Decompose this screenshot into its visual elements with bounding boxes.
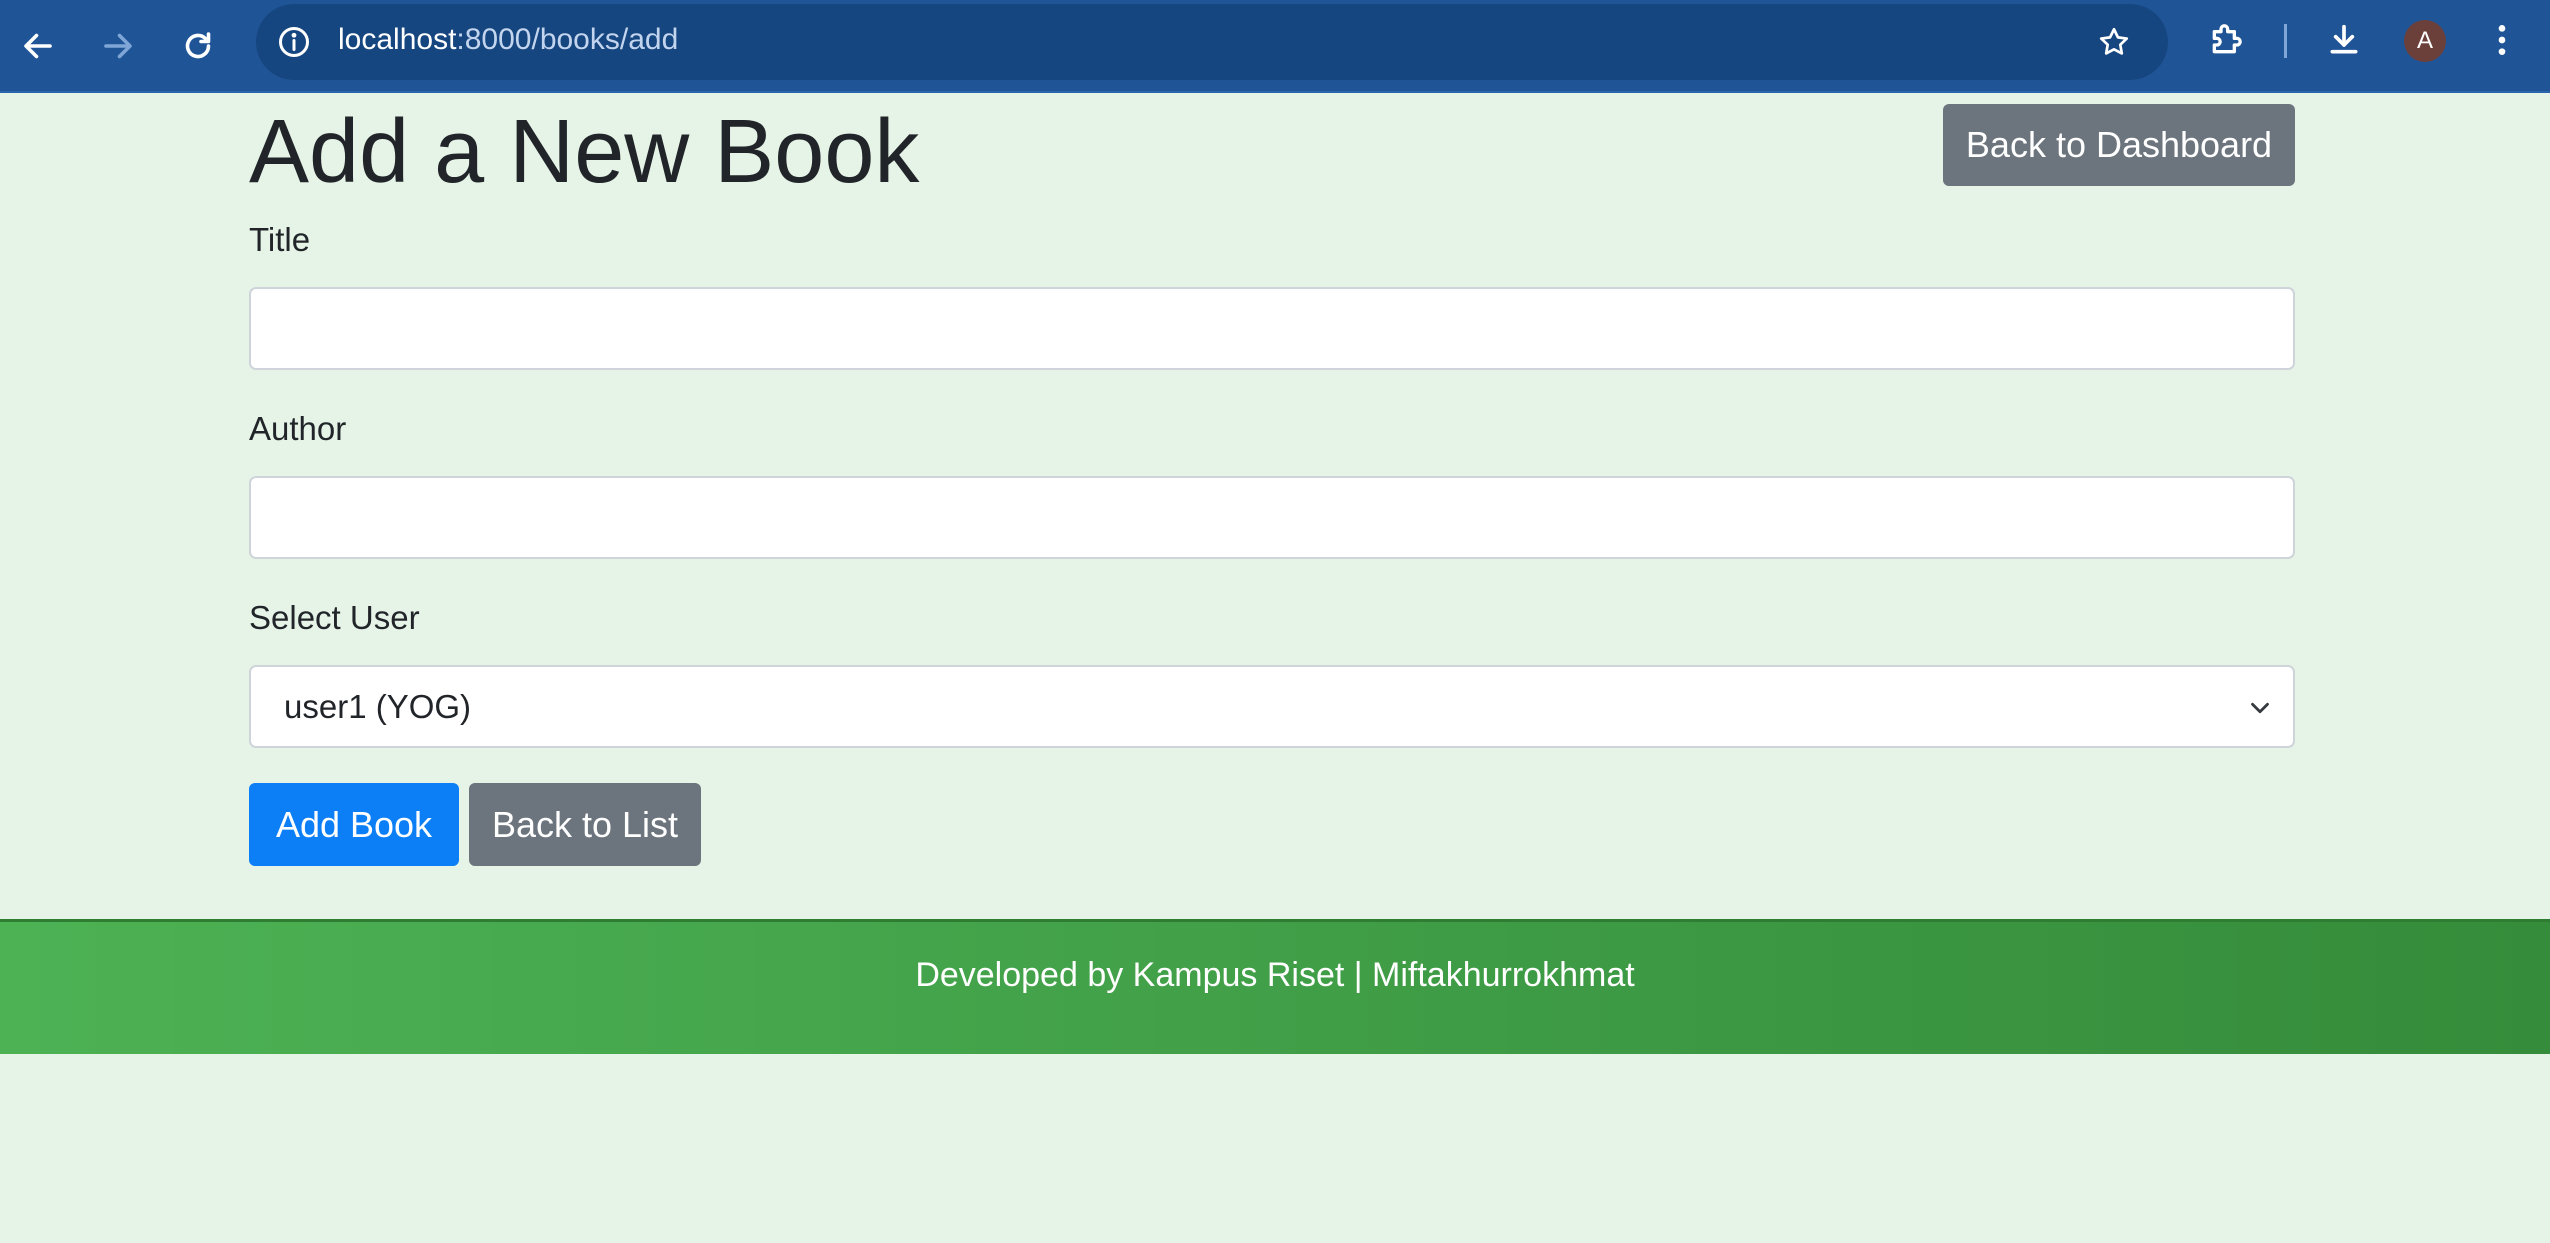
add-book-button[interactable]: Add Book (249, 783, 459, 866)
star-icon[interactable] (2094, 22, 2134, 62)
footer: Developed by Kampus Riset | Miftakhurrok… (0, 919, 2550, 1054)
address-bar[interactable]: localhost:8000/books/add (256, 4, 2168, 80)
profile-avatar[interactable]: A (2404, 20, 2446, 62)
chevron-down-icon (2251, 702, 2269, 714)
browser-toolbar: localhost:8000/books/add A (0, 0, 2550, 93)
url-path: :8000/books/add (456, 23, 679, 56)
user-select[interactable]: user1 (YOG) (249, 665, 2295, 748)
arrow-right-icon (104, 33, 132, 59)
back-to-list-button[interactable]: Back to List (469, 783, 701, 866)
footer-text: Developed by Kampus Riset | Miftakhurrok… (915, 956, 1635, 994)
page-title: Add a New Book (249, 102, 920, 202)
forward-button[interactable] (88, 16, 148, 76)
arrow-left-icon (24, 33, 52, 59)
reload-button[interactable] (168, 16, 228, 76)
back-to-dashboard-button[interactable]: Back to Dashboard (1943, 104, 2295, 186)
reload-icon (185, 32, 211, 59)
select-user-label: Select User (249, 599, 420, 636)
title-input[interactable] (249, 287, 2295, 370)
download-icon[interactable] (2322, 18, 2366, 62)
url-host: localhost (338, 23, 457, 56)
author-label: Author (249, 410, 347, 447)
toolbar-divider (2284, 24, 2287, 58)
url-text[interactable]: localhost:8000/books/add (338, 23, 678, 57)
puzzle-icon[interactable] (2204, 18, 2248, 62)
back-button[interactable] (8, 16, 68, 76)
author-input[interactable] (249, 476, 2295, 559)
user-select-value: user1 (YOG) (284, 688, 472, 725)
kebab-menu-icon[interactable] (2480, 18, 2524, 62)
title-label: Title (249, 221, 311, 258)
info-icon[interactable] (274, 22, 314, 62)
